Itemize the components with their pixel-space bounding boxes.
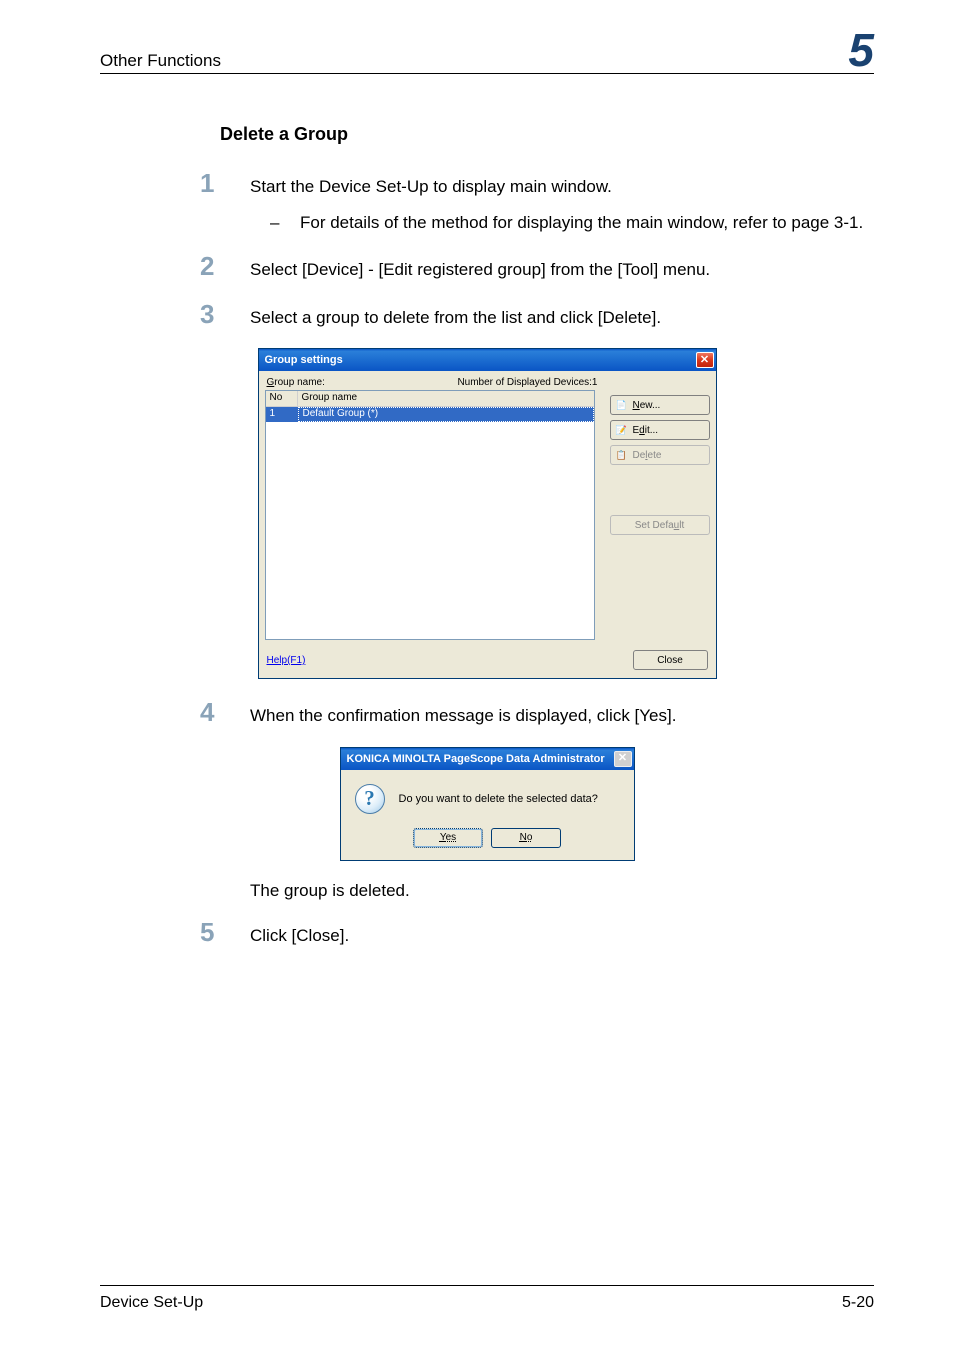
table-row[interactable]: 1 Default Group (*) [266, 407, 594, 422]
table-header: No Group name [266, 391, 594, 407]
group-settings-window: Group settings ✕ Group name: Number of D… [258, 348, 717, 679]
step-number: 3 [200, 301, 250, 331]
step-number: 1 [200, 170, 250, 235]
step-number: 2 [200, 253, 250, 283]
set-default-button[interactable]: Set Default [610, 515, 710, 535]
step-number: 4 [200, 699, 250, 729]
window-labels: Group name: Number of Displayed Devices:… [265, 377, 600, 390]
close-icon[interactable]: ✕ [614, 751, 632, 767]
footer-left: Device Set-Up [100, 1294, 203, 1312]
dialog-titlebar: KONICA MINOLTA PageScope Data Administra… [341, 748, 634, 770]
step-5: 5 Click [Close]. [200, 919, 874, 949]
no-button[interactable]: No [491, 828, 561, 848]
result-text: The group is deleted. [250, 881, 874, 901]
page-footer: Device Set-Up 5-20 [100, 1285, 874, 1312]
delete-icon: 📋 [615, 448, 629, 462]
group-name-label: Group name: [267, 377, 325, 388]
new-button[interactable]: 📄 New... [610, 395, 710, 415]
spacer [610, 470, 710, 515]
delete-button[interactable]: 📋 Delete [610, 445, 710, 465]
dash-bullet: – [270, 210, 300, 236]
step-text: Click [Close]. [250, 919, 349, 949]
yes-button[interactable]: Yes [413, 828, 483, 848]
step-number: 5 [200, 919, 250, 949]
close-icon[interactable]: ✕ [696, 352, 714, 368]
window-right-pane: 📄 New... 📝 Edit... 📋 Delete Set Default [600, 377, 710, 640]
sub-item: – For details of the method for displayi… [270, 210, 863, 236]
header-title: Other Functions [100, 51, 221, 71]
dialog-body: ? Do you want to delete the selected dat… [341, 770, 634, 822]
edit-icon: 📝 [615, 423, 629, 437]
window-footer: Help(F1) Close [259, 646, 716, 678]
group-table[interactable]: No Group name 1 Default Group (*) [265, 390, 595, 640]
footer-right: 5-20 [842, 1294, 874, 1312]
step-3: 3 Select a group to delete from the list… [200, 301, 874, 331]
window-titlebar: Group settings ✕ [259, 349, 716, 371]
step-text: When the confirmation message is display… [250, 699, 676, 729]
dialog-title: KONICA MINOLTA PageScope Data Administra… [347, 753, 605, 765]
help-link[interactable]: Help(F1) [267, 655, 306, 666]
confirmation-dialog: KONICA MINOLTA PageScope Data Administra… [340, 747, 635, 861]
chapter-number: 5 [848, 30, 874, 71]
step-2: 2 Select [Device] - [Edit registered gro… [200, 253, 874, 283]
col-no: No [266, 391, 298, 406]
window-body: Group name: Number of Displayed Devices:… [259, 371, 716, 646]
sub-text: For details of the method for displaying… [300, 210, 863, 236]
step-1: 1 Start the Device Set-Up to display mai… [200, 170, 874, 235]
page-header: Other Functions 5 [100, 30, 874, 74]
step-text: Start the Device Set-Up to display main … [250, 170, 863, 235]
window-title: Group settings [265, 354, 343, 366]
num-devices-label: Number of Displayed Devices:1 [457, 377, 597, 388]
section-title: Delete a Group [220, 124, 874, 145]
edit-button[interactable]: 📝 Edit... [610, 420, 710, 440]
step-text: Select [Device] - [Edit registered group… [250, 253, 710, 283]
col-name: Group name [298, 391, 594, 406]
step-text: Select a group to delete from the list a… [250, 301, 661, 331]
dialog-buttons: Yes No [341, 822, 634, 860]
step-main-text: Start the Device Set-Up to display main … [250, 177, 612, 196]
close-button[interactable]: Close [633, 650, 708, 670]
question-icon: ? [355, 784, 385, 814]
cell-no: 1 [266, 407, 298, 422]
cell-name: Default Group (*) [298, 407, 594, 422]
step-4: 4 When the confirmation message is displ… [200, 699, 874, 729]
dialog-message: Do you want to delete the selected data? [399, 793, 598, 805]
window-left-pane: Group name: Number of Displayed Devices:… [265, 377, 600, 640]
new-icon: 📄 [615, 398, 629, 412]
